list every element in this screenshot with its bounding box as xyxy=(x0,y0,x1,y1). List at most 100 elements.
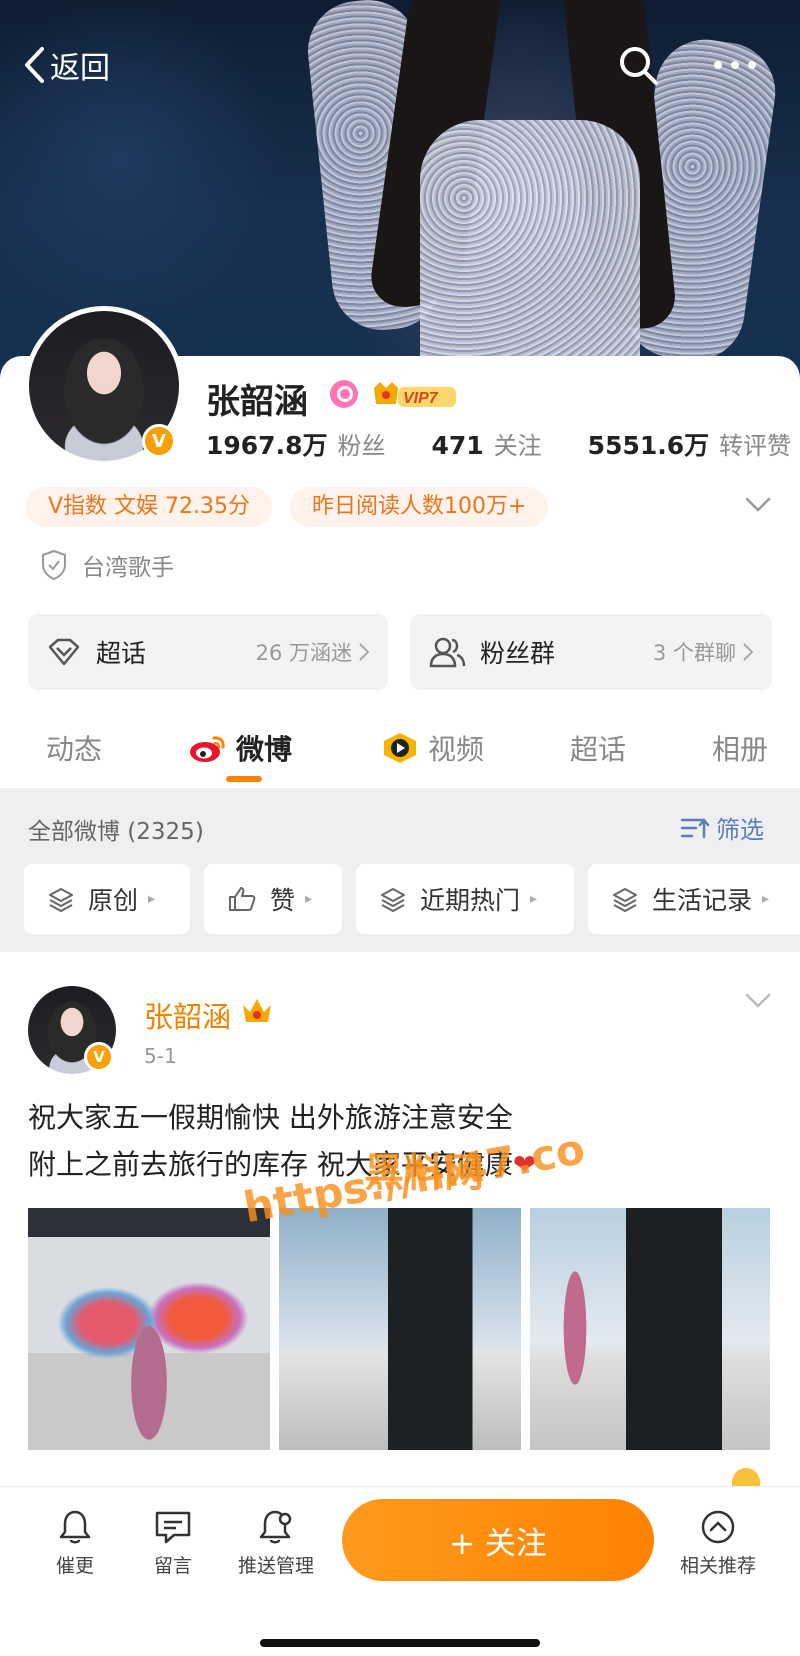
caret-right-icon: ▸ xyxy=(762,891,770,907)
chip-original-label: 原创 xyxy=(88,886,139,915)
profile-name: 张韶涵 xyxy=(206,382,308,422)
bottom-action-bar: 催更 留言 推送管理 + 关注 相关推荐 xyxy=(0,1486,800,1656)
fan-group-label: 粉丝群 xyxy=(480,639,556,668)
stat-following-value: 471 xyxy=(431,431,484,460)
heart-emoji: ❤ xyxy=(512,1148,537,1181)
push-settings-label: 推送管理 xyxy=(237,1555,314,1577)
stat-interactions-value: 5551.6万 xyxy=(587,431,710,460)
vip-crown-badge[interactable]: VIP7 xyxy=(370,378,458,412)
certification-row: 台湾歌手 xyxy=(40,548,174,582)
home-indicator xyxy=(260,1639,540,1647)
tab-video[interactable]: 视频 xyxy=(380,728,484,768)
profile-stats: 1967.8万 粉丝 471 关注 5551.6万 转评赞 xyxy=(206,426,791,462)
group-people-icon xyxy=(429,637,466,668)
profile-tags: V指数 文娱 72.35分 昨日阅读人数100万+ xyxy=(26,487,566,527)
chip-recent-hot-label: 近期热门 xyxy=(420,886,521,915)
crown-icon xyxy=(243,999,271,1022)
chevron-down-icon[interactable] xyxy=(744,496,772,514)
tag-readers[interactable]: 昨日阅读人数100万+ xyxy=(290,487,549,527)
layers-icon xyxy=(613,888,637,912)
tab-weibo-label: 微博 xyxy=(236,733,293,766)
pink-search-badge-icon[interactable] xyxy=(330,380,358,408)
message-button[interactable]: 留言 xyxy=(128,1509,218,1578)
chip-life-record-label: 生活记录 xyxy=(652,886,753,915)
filter-icon xyxy=(680,817,710,838)
stat-followers[interactable]: 1967.8万 粉丝 xyxy=(206,426,385,462)
search-button[interactable] xyxy=(616,43,660,87)
remind-update-button[interactable]: 催更 xyxy=(30,1509,120,1578)
profile-tabs: 动态 微博 视频 超话 相册 xyxy=(0,720,800,788)
tab-super-topic-label: 超话 xyxy=(570,733,627,766)
shield-check-icon xyxy=(42,549,66,581)
back-button[interactable]: 返回 xyxy=(22,43,110,87)
post-photo-3[interactable] xyxy=(530,1208,770,1450)
weibo-logo-icon xyxy=(190,736,225,762)
tab-super-topic[interactable]: 超话 xyxy=(570,728,626,768)
tab-video-label: 视频 xyxy=(428,733,485,766)
caret-right-icon: ▸ xyxy=(530,891,538,907)
cover-dress xyxy=(420,120,640,380)
diamond-icon xyxy=(48,638,80,666)
bell-icon xyxy=(59,1510,91,1544)
stat-followers-value: 1967.8万 xyxy=(206,431,328,460)
fan-group-link[interactable]: 粉丝群 3 个群聊 xyxy=(410,614,772,690)
chevron-left-icon xyxy=(25,47,44,83)
stat-followers-label: 粉丝 xyxy=(337,432,386,460)
tab-weibo[interactable]: 微博 xyxy=(188,728,292,768)
tag-v-index[interactable]: V指数 文娱 72.35分 xyxy=(26,487,273,527)
push-settings-button[interactable]: 推送管理 xyxy=(226,1509,326,1578)
post-photo-2[interactable] xyxy=(279,1208,521,1450)
chip-original[interactable]: 原创 ▸ xyxy=(24,864,190,934)
chip-recent-hot[interactable]: 近期热门 ▸ xyxy=(356,864,574,934)
filter-button[interactable]: 筛选 xyxy=(680,810,764,845)
top-navigation-bar: 返回 xyxy=(0,35,800,95)
chevron-down-icon[interactable] xyxy=(744,992,772,1010)
super-topic-label: 超话 xyxy=(96,639,147,668)
verified-v-icon: V xyxy=(142,424,176,458)
post-photo-1[interactable] xyxy=(28,1208,270,1450)
thumbs-up-icon xyxy=(229,887,256,911)
caret-right-icon: ▸ xyxy=(148,891,156,907)
search-icon xyxy=(620,47,658,85)
stat-following[interactable]: 471 关注 xyxy=(431,426,541,462)
chip-likes-label: 赞 xyxy=(270,886,296,915)
post-text-line1: 祝大家五一假期愉快 出外旅游注意安全 xyxy=(28,1101,513,1134)
active-tab-indicator xyxy=(226,776,262,782)
chip-likes[interactable]: 赞 ▸ xyxy=(204,864,342,934)
reaction-emoji-icon xyxy=(732,1468,760,1486)
back-label: 返回 xyxy=(50,51,110,86)
stat-interactions-label: 转评赞 xyxy=(719,432,792,460)
certification-label: 台湾歌手 xyxy=(82,555,174,581)
filter-area: 全部微博 (2325) 筛选 原创 ▸ 赞 ▸ 近期热门 ▸ 生活记录 ▸ xyxy=(0,788,800,952)
tab-album[interactable]: 相册 xyxy=(712,728,768,768)
more-button[interactable] xyxy=(710,43,760,87)
super-topic-link[interactable]: 超话 26 万涵迷 xyxy=(28,614,388,690)
tab-album-label: 相册 xyxy=(712,733,769,766)
video-play-icon xyxy=(384,733,416,763)
related-recommend-label: 相关推荐 xyxy=(679,1555,756,1577)
stat-interactions[interactable]: 5551.6万 转评赞 xyxy=(588,426,791,462)
follow-button[interactable]: + 关注 xyxy=(342,1499,654,1581)
bell-gear-icon xyxy=(259,1510,292,1544)
layers-icon xyxy=(49,888,73,912)
related-recommend-button[interactable]: 相关推荐 xyxy=(668,1509,768,1578)
post-author-avatar[interactable]: V xyxy=(28,986,116,1074)
post-text-line2: 附上之前去旅行的库存 祝大家平安健康 xyxy=(28,1148,513,1181)
vip-badge-label: VIP7 xyxy=(403,390,439,407)
profile-avatar[interactable]: V xyxy=(24,306,184,466)
message-label: 留言 xyxy=(153,1555,192,1577)
post-text: 祝大家五一假期愉快 出外旅游注意安全 附上之前去旅行的库存 祝大家平安健康❤ xyxy=(28,1094,748,1188)
post-date: 5-1 xyxy=(144,1044,177,1068)
layers-icon xyxy=(381,888,405,912)
filter-label: 筛选 xyxy=(716,816,764,844)
post-author-name[interactable]: 张韶涵 xyxy=(144,994,231,1036)
tab-feed[interactable]: 动态 xyxy=(46,728,102,768)
chevron-up-circle-icon xyxy=(701,1510,735,1544)
chat-bubble-icon xyxy=(155,1511,191,1544)
chevron-right-icon xyxy=(743,643,754,661)
chip-life-record[interactable]: 生活记录 ▸ xyxy=(588,864,800,934)
chevron-right-icon xyxy=(359,643,370,661)
remind-update-label: 催更 xyxy=(55,1555,94,1577)
more-dots-icon xyxy=(714,61,756,69)
verified-v-icon: V xyxy=(84,1042,114,1072)
